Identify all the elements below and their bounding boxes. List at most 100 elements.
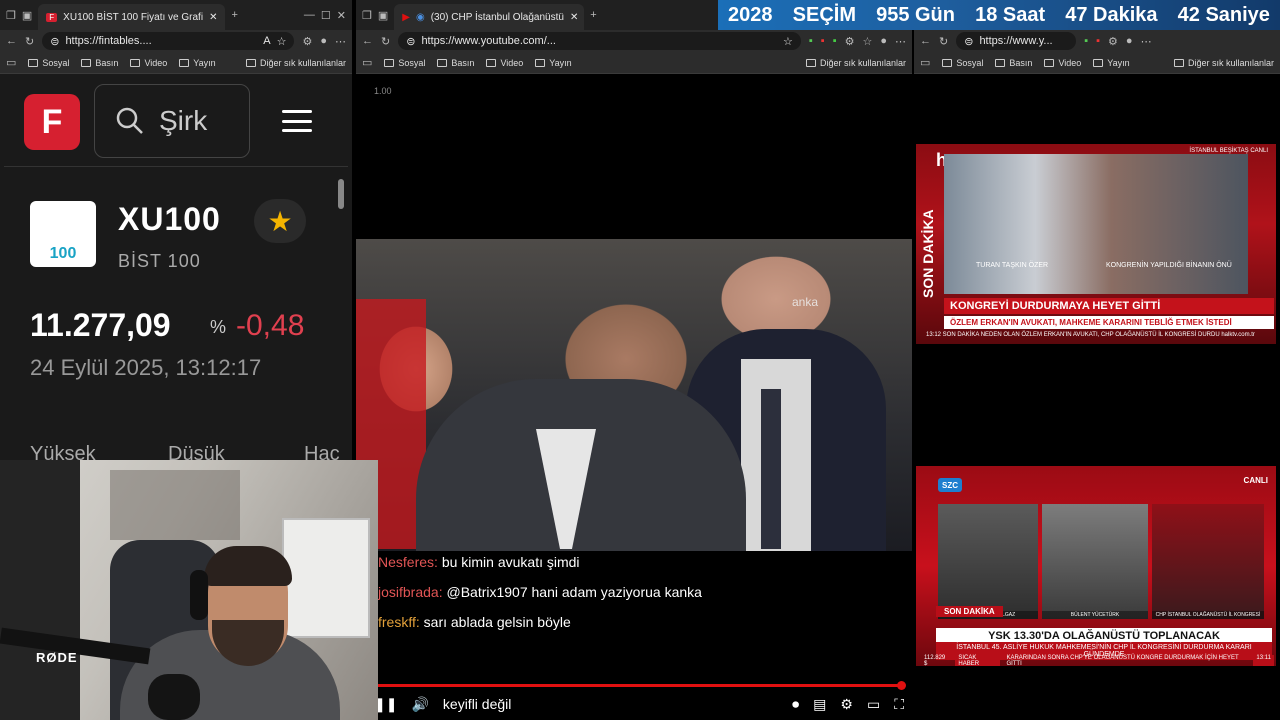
folder-icon (28, 58, 39, 67)
subtitles-icon[interactable]: ▤ (813, 696, 826, 713)
scrubber-handle[interactable] (897, 681, 906, 690)
favorites-icon[interactable]: ☆ (862, 35, 872, 48)
bookmark-toggle-icon[interactable]: ▭ (6, 56, 16, 69)
more-icon[interactable]: ⋯ (895, 35, 906, 48)
bookmark-sosyal[interactable]: Sosyal (384, 58, 425, 68)
halktv-stream[interactable]: h SON DAKİKA İSTANBUL BEŞİKTAŞ CANLI TUR… (916, 144, 1276, 344)
back-icon[interactable]: ← (920, 35, 931, 47)
extension-icon[interactable]: ▪ (821, 35, 825, 47)
workspaces-icon[interactable]: ❐ (6, 9, 16, 22)
hamburger-menu-icon[interactable] (282, 110, 312, 132)
extension-icon[interactable]: ▪ (1096, 35, 1100, 47)
favorite-star-icon[interactable]: ☆ (277, 35, 287, 48)
extension-icon[interactable]: ▪ (1084, 35, 1088, 47)
ticker: 112.829 $ SICAK HABER KARARINDAN SONRA C… (924, 655, 1274, 666)
close-tab-icon[interactable]: ✕ (209, 12, 217, 23)
tab-youtube[interactable]: ▶ ◉ (30) CHP İstanbul Olağanüstü ✕ (394, 4, 585, 30)
video-frame[interactable]: anka (356, 239, 912, 551)
extensions-icon[interactable]: ⚙ (302, 35, 312, 48)
refresh-icon[interactable]: ↻ (25, 35, 34, 48)
bookmark-video[interactable]: Video (486, 58, 523, 68)
close-tab-icon[interactable]: ✕ (570, 12, 578, 23)
breaking-side-label: SON DAKİKA (920, 209, 936, 299)
site-info-icon[interactable]: ⊜ (50, 35, 59, 48)
back-icon[interactable]: ← (362, 35, 373, 47)
minimize-icon[interactable]: — (304, 9, 315, 21)
bookmark-sosyal[interactable]: Sosyal (28, 58, 69, 68)
folder-icon (535, 58, 546, 67)
url-text: https://fintables.... (65, 35, 152, 47)
percent-symbol: % (210, 317, 227, 337)
bookmark-sosyal[interactable]: Sosyal (942, 58, 983, 68)
bookmark-toggle-icon[interactable]: ▭ (362, 56, 372, 69)
read-aloud-icon[interactable]: A (263, 35, 270, 47)
caption-text: keyifli değil (442, 696, 512, 712)
address-bar[interactable]: ⊜ https://fintables.... A ☆ (42, 32, 295, 50)
bookmark-basin[interactable]: Basın (81, 58, 118, 68)
location-label: İSTANBUL BEŞİKTAŞ CANLI (1189, 148, 1268, 154)
more-icon[interactable]: ⋯ (335, 35, 346, 48)
ticker: 13:12 SON DAKİKA NEDEN OLAN ÖZLEM ERKAN'… (926, 332, 1255, 338)
bookmark-yayin[interactable]: Yayın (179, 58, 216, 68)
search-input[interactable]: Şirk (94, 84, 250, 158)
favorite-star-button[interactable]: ★ (254, 199, 306, 243)
chat-message: freskff: sarı ablada gelsin böyle (378, 614, 571, 630)
bookmark-other[interactable]: Diğer sık kullanılanlar (1173, 58, 1274, 68)
tab-actions-icon[interactable]: ▣ (378, 9, 388, 22)
bookmark-basin[interactable]: Basın (995, 58, 1032, 68)
profile-icon[interactable]: ● (1126, 35, 1133, 47)
stock-price: 11.277,09 (30, 307, 171, 343)
tab-title: (30) CHP İstanbul Olağanüstü (430, 11, 564, 23)
folder-icon (995, 58, 1006, 67)
nav-bar: ← ↻ ⊜ https://www.youtube.com/... ☆ ▪ ▪ … (356, 30, 912, 52)
video-player[interactable]: 1.00 anka Nesferes: bu kimin avukatı şim… (356, 74, 912, 720)
bookmark-toggle-icon[interactable]: ▭ (920, 56, 930, 69)
back-icon[interactable]: ← (6, 35, 17, 47)
bookmark-basin[interactable]: Basın (437, 58, 474, 68)
autoplay-toggle[interactable]: ⏺ (792, 696, 799, 713)
news-video-frame (944, 154, 1248, 294)
refresh-icon[interactable]: ↻ (939, 35, 948, 48)
site-info-icon[interactable]: ⊜ (406, 35, 415, 48)
fintables-logo[interactable]: F (24, 94, 80, 150)
refresh-icon[interactable]: ↻ (381, 35, 390, 48)
maximize-icon[interactable]: ☐ (321, 9, 331, 22)
profile-icon[interactable]: ● (880, 35, 887, 47)
extensions-icon[interactable]: ⚙ (845, 35, 855, 48)
extensions-icon[interactable]: ⚙ (1108, 35, 1118, 48)
szc-logo: SZC (938, 478, 962, 492)
favorite-star-icon[interactable]: ☆ (783, 35, 793, 48)
workspaces-icon[interactable]: ❐ (362, 9, 372, 22)
progress-bar[interactable] (378, 681, 906, 690)
youtube-window: ❐ ▣ ▶ ◉ (30) CHP İstanbul Olağanüstü ✕ +… (356, 0, 912, 720)
szc-stream[interactable]: SZC CANLI SENEM TOLUAY İLGAZ BÜLENT YÜCE… (916, 466, 1276, 666)
stock-name: BİST 100 (118, 251, 201, 271)
bist-logo: 100 (30, 201, 96, 267)
folder-icon (384, 58, 395, 67)
fullscreen-icon[interactable]: ⛶ (894, 696, 904, 713)
tab-actions-icon[interactable]: ▣ (22, 9, 32, 22)
extension-icon[interactable]: ▪ (809, 35, 813, 47)
close-window-icon[interactable]: ✕ (337, 9, 346, 22)
bookmark-video[interactable]: Video (130, 58, 167, 68)
tab-fintables[interactable]: F XU100 BİST 100 Fiyatı ve Grafi ✕ (38, 4, 226, 30)
headline: KONGREYİ DURDURMAYA HEYET GİTTİ (944, 298, 1274, 314)
audio-icon[interactable]: ◉ (416, 12, 425, 23)
site-info-icon[interactable]: ⊜ (964, 35, 973, 48)
new-tab-icon[interactable]: + (231, 9, 237, 21)
settings-icon[interactable]: ⚙ (840, 696, 853, 713)
bookmark-yayin[interactable]: Yayın (535, 58, 572, 68)
profile-icon[interactable]: ● (320, 35, 327, 47)
address-bar[interactable]: ⊜ https://www.youtube.com/... ☆ (398, 32, 801, 50)
address-bar[interactable]: ⊜ https://www.y... (956, 32, 1077, 50)
volume-icon[interactable]: 🔊 (411, 696, 428, 713)
bookmark-other[interactable]: Diğer sık kullanılanlar (805, 58, 906, 68)
new-tab-icon[interactable]: + (590, 9, 596, 21)
bookmark-yayin[interactable]: Yayın (1093, 58, 1130, 68)
more-icon[interactable]: ⋯ (1141, 35, 1152, 48)
webcam-overlay: RØDE (0, 460, 378, 720)
bookmark-video[interactable]: Video (1044, 58, 1081, 68)
extension-icon[interactable]: ▪ (833, 35, 837, 47)
bookmark-other[interactable]: Diğer sık kullanılanlar (245, 58, 346, 68)
theater-mode-icon[interactable]: ▭ (867, 696, 880, 713)
